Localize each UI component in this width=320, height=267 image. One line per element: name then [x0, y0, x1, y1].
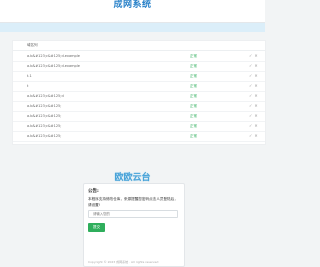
row-domain-name: a.b&#123;c&#125;	[27, 124, 62, 128]
site-title: 成网系统	[113, 0, 152, 10]
table-header: 域名列	[13, 41, 265, 51]
column-header: 域名列	[27, 43, 38, 47]
close-icon[interactable]: ✕	[254, 113, 257, 118]
row-actions: ✓ ✕	[249, 83, 260, 88]
close-icon[interactable]: ✕	[254, 123, 257, 128]
row-domain-name: a.b&#123;c&#125;	[27, 104, 62, 108]
row-actions: ✓ ✕	[249, 73, 260, 78]
check-icon[interactable]: ✓	[249, 123, 252, 128]
row-status: 正常	[190, 94, 197, 98]
close-icon[interactable]: ✕	[254, 103, 257, 108]
table-row: a.b&#123;c&#125; 正常 ✓ ✕	[13, 131, 265, 142]
notice-text: 本程序支持修改仓库，来源提醒您密码点击人员登陆后，请设置!	[88, 197, 178, 207]
row-status: 正常	[190, 114, 197, 118]
check-icon[interactable]: ✓	[249, 63, 252, 68]
close-icon[interactable]: ✕	[254, 133, 257, 138]
row-domain-name: a.b&#123;c&#125;	[27, 134, 62, 138]
row-domain-name: a.b&#123;c&#125;d	[27, 94, 64, 98]
check-icon[interactable]: ✓	[249, 83, 252, 88]
check-icon[interactable]: ✓	[249, 103, 252, 108]
row-domain-name: a.b&#123;c&#125;d.example	[27, 54, 80, 58]
check-icon[interactable]: ✓	[249, 93, 252, 98]
row-actions: ✓ ✕	[249, 93, 260, 98]
submit-button[interactable]: 提交	[88, 223, 105, 232]
row-status: 正常	[190, 104, 197, 108]
close-icon[interactable]: ✕	[254, 63, 257, 68]
row-status: 正常	[190, 54, 197, 58]
check-icon[interactable]: ✓	[249, 113, 252, 118]
row-actions: ✓ ✕	[249, 133, 260, 138]
close-icon[interactable]: ✕	[254, 83, 257, 88]
domain-table-panel: 域名列 a.b&#123;c&#125;d.example 正常 ✓ ✕ a.b&#12…	[12, 40, 266, 145]
row-domain-name: a.b&#123;c&#125;	[27, 114, 62, 118]
row-status: 正常	[190, 134, 197, 138]
close-icon[interactable]: ✕	[254, 93, 257, 98]
notice-input[interactable]	[88, 210, 178, 218]
row-actions: ✓ ✕	[249, 123, 260, 128]
row-actions: ✓ ✕	[249, 63, 260, 68]
row-domain-name: t	[27, 84, 29, 88]
close-icon[interactable]: ✕	[254, 73, 257, 78]
notice-card: 公告: 本程序支持修改仓库，来源提醒您密码点击人员登陆后，请设置! 提交 Cop…	[83, 183, 185, 267]
row-status: 正常	[190, 124, 197, 128]
row-actions: ✓ ✕	[249, 53, 260, 58]
row-actions: ✓ ✕	[249, 103, 260, 108]
row-status: 正常	[190, 64, 197, 68]
top-header: 成网系统	[0, 0, 265, 22]
check-icon[interactable]: ✓	[249, 53, 252, 58]
info-bar	[0, 23, 265, 32]
notice-title: 公告:	[88, 189, 99, 194]
card-footer: Copyright © 2023 成网系统 · All rights reser…	[88, 260, 159, 264]
check-icon[interactable]: ✓	[249, 73, 252, 78]
row-domain-name: a.b&#123;c&#125;d.example	[27, 64, 80, 68]
check-icon[interactable]: ✓	[249, 133, 252, 138]
row-domain-name: t.1	[27, 74, 32, 78]
row-actions: ✓ ✕	[249, 113, 260, 118]
close-icon[interactable]: ✕	[254, 53, 257, 58]
logo: 欧欧云台	[114, 173, 151, 183]
row-status: 正常	[190, 74, 197, 78]
row-status: 正常	[190, 84, 197, 88]
